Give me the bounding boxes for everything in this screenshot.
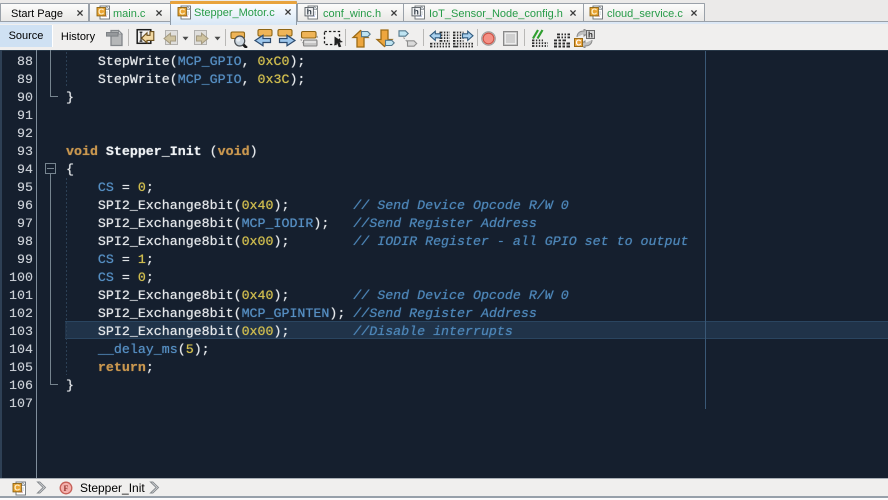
svg-text:C: C (576, 39, 582, 48)
svg-text:h: h (588, 31, 593, 40)
svg-text:F: F (64, 484, 69, 493)
